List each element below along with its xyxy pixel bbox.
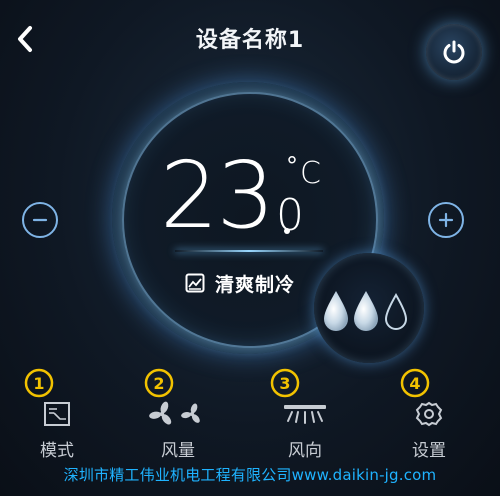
badge-3: 3 [270, 368, 300, 398]
device-name-title: 设备名称1 [195, 28, 305, 53]
temperature-value: 23 [160, 142, 275, 249]
degree-symbol: ° [286, 152, 298, 180]
dial-divider [175, 250, 323, 252]
svg-text:2: 2 [153, 374, 164, 393]
header: 设备名称1 [0, 0, 500, 80]
current-mode: 清爽制冷 [185, 270, 295, 296]
svg-text:3: 3 [279, 374, 290, 393]
nav-settings-label: 设置 [412, 441, 446, 461]
power-button[interactable] [426, 24, 482, 80]
fan-icon [149, 401, 200, 425]
badge-2: 2 [144, 368, 174, 398]
badge-4: 4 [400, 368, 430, 398]
badge-1: 1 [24, 368, 54, 398]
nav-mode-label: 模式 [40, 441, 74, 461]
nav-settings[interactable]: 设置 [384, 398, 474, 461]
svg-text:4: 4 [409, 374, 420, 393]
gear-icon [415, 401, 443, 427]
mode-status-icon [185, 273, 205, 293]
decrease-temp-button[interactable] [22, 202, 58, 238]
plus-icon [438, 212, 454, 228]
mode-icon [44, 402, 70, 426]
airflow-direction-icon [284, 405, 326, 424]
mode-label: 清爽制冷 [215, 273, 296, 296]
footer-watermark: 深圳市精工伟业机电工程有限公司www.daikin-jg.com [63, 466, 437, 484]
increase-temp-button[interactable] [428, 202, 464, 238]
nav-airflow-direction[interactable]: 风向 [260, 398, 350, 461]
humidity-indicator[interactable] [314, 253, 424, 363]
nav-airflow-direction-label: 风向 [288, 441, 322, 461]
minus-icon [32, 218, 48, 222]
nav-fan-speed[interactable]: 风量 [133, 398, 223, 461]
water-drops-icon [324, 291, 408, 331]
power-icon [443, 40, 465, 64]
temperature-decimal: 0 [276, 190, 304, 241]
svg-text:1: 1 [33, 374, 44, 393]
nav-fan-speed-label: 风量 [161, 441, 195, 461]
temperature-unit: C [300, 156, 321, 191]
nav-mode[interactable]: 模式 [12, 398, 102, 461]
